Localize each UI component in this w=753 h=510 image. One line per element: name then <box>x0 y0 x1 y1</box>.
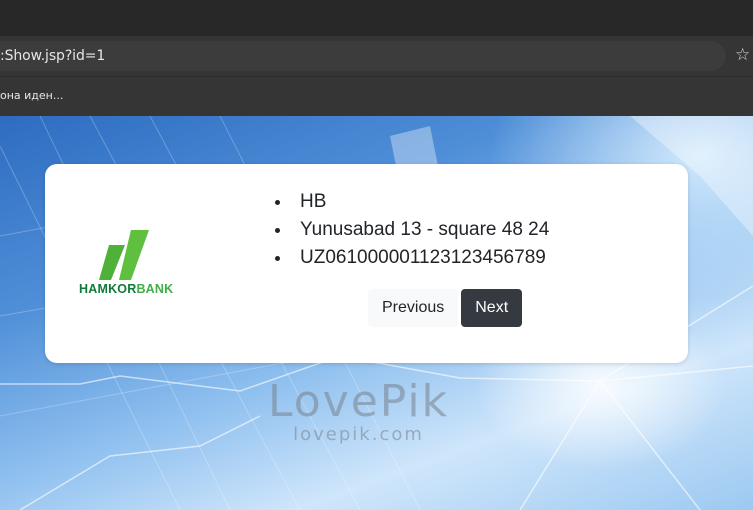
list-item-account-number: UZ061000001123123456789 <box>275 244 549 272</box>
next-button[interactable]: Next <box>461 289 523 327</box>
bookmarks-bar: она иден... <box>0 76 753 116</box>
address-bar[interactable]: :Show.jsp?id=1 <box>0 41 726 71</box>
pagination-buttons: Previous Next <box>368 289 523 327</box>
watermark-site: lovepik.com <box>293 424 424 445</box>
logo-text-bank: BANK <box>136 282 174 296</box>
watermark-title: LovePik <box>268 376 450 427</box>
logo-wordmark: HAMKORBANK <box>79 282 173 296</box>
list-item-address: Yunusabad 13 - square 48 24 <box>275 216 549 244</box>
address-bar-url: :Show.jsp?id=1 <box>0 48 106 64</box>
watermark: LovePik lovepik.com <box>268 376 450 446</box>
bookmark-item[interactable]: она иден... <box>0 89 63 102</box>
star-icon[interactable]: ☆ <box>735 46 753 64</box>
bank-card: HAMKORBANK HB Yunusabad 13 - square 48 2… <box>45 164 688 363</box>
hamkorbank-logo-mark <box>99 230 149 280</box>
previous-button[interactable]: Previous <box>368 289 459 327</box>
logo-text-hamkor: HAMKOR <box>79 282 137 296</box>
hamkorbank-logo: HAMKORBANK <box>79 230 211 300</box>
bank-info-list: HB Yunusabad 13 - square 48 24 UZ0610000… <box>275 188 549 272</box>
browser-tab-strip <box>0 0 753 36</box>
list-item-bank-code: HB <box>275 188 549 216</box>
browser-toolbar: :Show.jsp?id=1 ☆ <box>0 36 753 76</box>
page-background: LovePik lovepik.com HAMKORBANK HB Yunusa… <box>0 116 753 510</box>
